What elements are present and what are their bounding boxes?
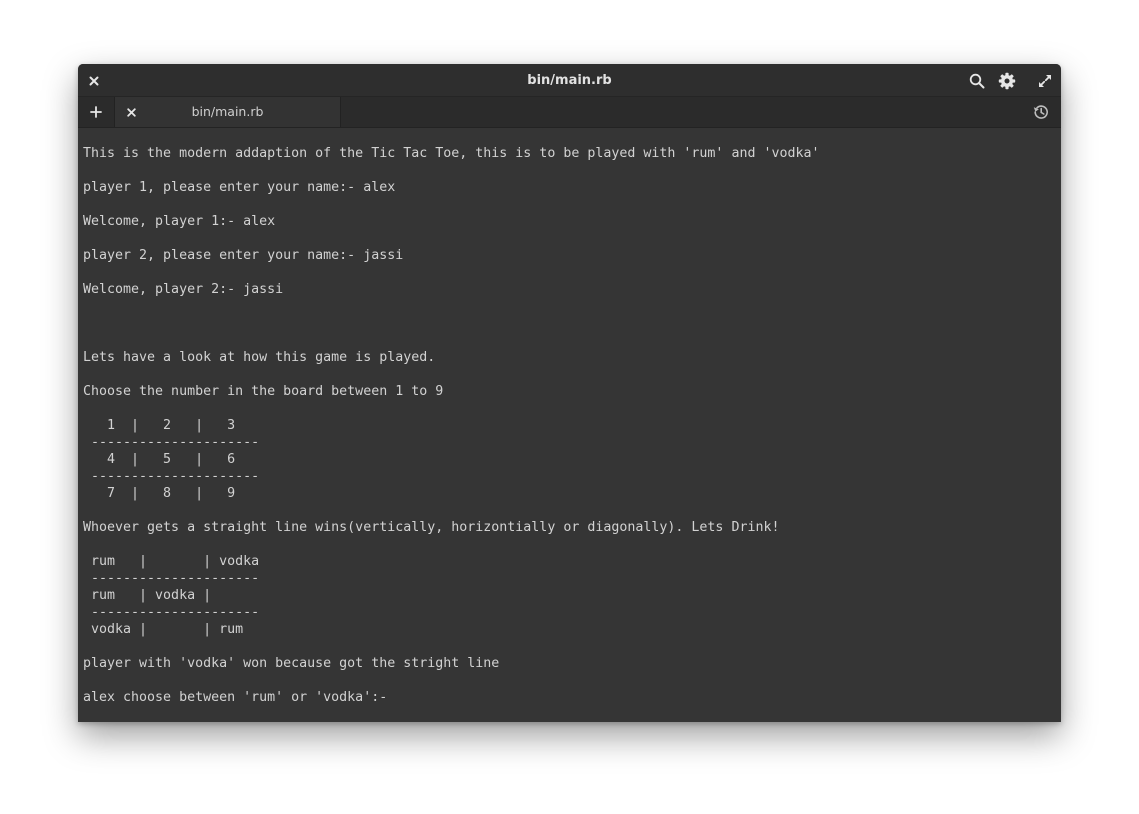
window-title: bin/main.rb <box>527 73 612 88</box>
terminal-line: Lets have a look at how this game is pla… <box>83 350 436 365</box>
tab-main-rb[interactable]: bin/main.rb <box>114 97 341 127</box>
terminal-line: player 1, please enter your name:- alex <box>83 180 396 195</box>
terminal-line: --------------------- <box>83 469 260 484</box>
terminal-line: Choose the number in the board between 1… <box>83 384 444 399</box>
tab-close-icon[interactable] <box>122 103 140 121</box>
terminal-window: bin/main.rb bin/main.rb This is the mode… <box>78 64 1061 722</box>
terminal-line: alex choose between 'rum' or 'vodka':- <box>83 690 388 705</box>
terminal-line: --------------------- <box>83 435 260 450</box>
gear-icon[interactable] <box>996 70 1017 91</box>
terminal-line: rum | vodka | <box>83 588 212 603</box>
terminal-line: Welcome, player 1:- alex <box>83 214 276 229</box>
terminal-line: player 2, please enter your name:- jassi <box>83 248 404 263</box>
terminal-line: --------------------- <box>83 605 260 620</box>
title-bar: bin/main.rb <box>78 64 1061 97</box>
terminal-output[interactable]: This is the modern addaption of the Tic … <box>78 128 1061 722</box>
history-icon[interactable] <box>1031 102 1051 122</box>
terminal-line: player with 'vodka' won because got the … <box>83 656 500 671</box>
terminal-line: 7 | 8 | 9 <box>83 486 236 501</box>
maximize-icon[interactable] <box>1034 70 1055 91</box>
terminal-line: rum | | vodka <box>83 554 260 569</box>
terminal-line: 1 | 2 | 3 <box>83 418 236 433</box>
terminal-line: --------------------- <box>83 571 260 586</box>
tab-bar: bin/main.rb <box>78 97 1061 128</box>
terminal-line: Welcome, player 2:- jassi <box>83 282 284 297</box>
terminal-line: vodka | | rum <box>83 622 244 637</box>
terminal-line: Whoever gets a straight line wins(vertic… <box>83 520 780 535</box>
search-icon[interactable] <box>966 70 987 91</box>
terminal-line: 4 | 5 | 6 <box>83 452 236 467</box>
tab-label: bin/main.rb <box>191 104 264 119</box>
terminal-line: This is the modern addaption of the Tic … <box>83 146 820 161</box>
terminal-lines: This is the modern addaption of the Tic … <box>83 145 820 706</box>
plus-icon[interactable] <box>86 102 106 122</box>
